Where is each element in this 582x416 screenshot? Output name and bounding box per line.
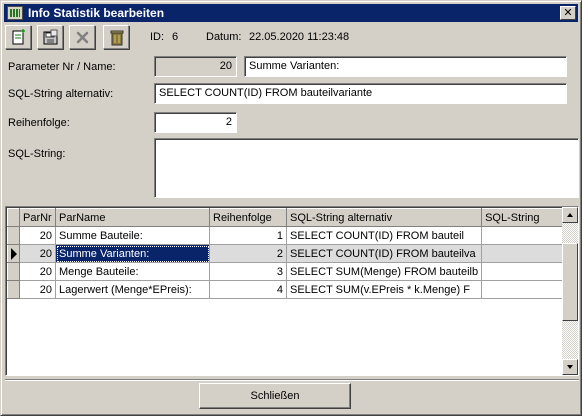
column-header-parname[interactable]: ParName — [55, 208, 210, 227]
cell-parnr[interactable]: 20 — [19, 280, 56, 299]
trash-button[interactable] — [103, 25, 129, 49]
parameter-table: ParNr ParName Reihenfolge SQL-String alt… — [7, 208, 564, 299]
cell-parname[interactable]: Summe Bauteile: — [55, 226, 210, 245]
id-label: ID: — [150, 31, 165, 43]
cell-parnr[interactable]: 20 — [19, 226, 56, 245]
sql-string-label: SQL-String: — [8, 148, 66, 160]
table-row[interactable]: 20 Summe Bauteile: 1 SELECT COUNT(ID) FR… — [7, 226, 564, 245]
column-header-reihenfolge[interactable]: Reihenfolge — [209, 208, 287, 227]
cell-parname[interactable]: Lagerwert (Menge*EPreis): — [55, 280, 210, 299]
cell-sql-alternativ[interactable]: SELECT COUNT(ID) FROM bauteil — [286, 226, 483, 245]
new-button[interactable] — [5, 25, 31, 49]
scroll-thumb[interactable] — [562, 243, 578, 321]
column-header-sql-alternativ[interactable]: SQL-String alternativ — [285, 208, 483, 227]
arrow-down-icon — [567, 365, 573, 369]
new-icon — [12, 29, 25, 45]
save-icon — [43, 29, 58, 45]
order-field[interactable]: 2 — [154, 112, 237, 133]
column-header-sql-string[interactable]: SQL-String — [481, 208, 564, 227]
window-title: Info Statistik bearbeiten — [28, 6, 165, 20]
date-value: 22.05.2020 11:23:48 — [249, 31, 350, 43]
separator — [5, 379, 579, 381]
cell-sql-string[interactable] — [481, 262, 564, 281]
order-label: Reihenfolge: — [8, 117, 70, 129]
cell-reihenfolge[interactable]: 1 — [209, 226, 287, 245]
cell-sql-string[interactable] — [481, 280, 564, 299]
cell-sql-string[interactable] — [481, 226, 564, 245]
cell-sql-string[interactable] — [481, 244, 564, 263]
cell-reihenfolge[interactable]: 2 — [209, 244, 287, 263]
close-window-button[interactable]: ✕ — [560, 6, 576, 20]
row-indicator[interactable] — [7, 262, 20, 281]
parameter-grid[interactable]: ParNr ParName Reihenfolge SQL-String alt… — [5, 206, 579, 376]
cell-sql-alternativ[interactable]: SELECT SUM(v.EPreis * k.Menge) F — [286, 280, 483, 299]
parameter-nr-field: 20 — [154, 56, 237, 77]
cell-reihenfolge[interactable]: 3 — [209, 262, 287, 281]
vertical-scrollbar[interactable] — [562, 207, 578, 375]
table-row-current[interactable]: 20 Summe Varianten: 2 SELECT COUNT(ID) F… — [7, 244, 564, 263]
delete-icon — [76, 31, 89, 44]
scroll-down-button[interactable] — [562, 359, 578, 375]
sql-alternative-field[interactable]: SELECT COUNT(ID) FROM bauteilvariante — [154, 83, 567, 104]
table-row[interactable]: 20 Menge Bauteile: 3 SELECT SUM(Menge) F… — [7, 262, 564, 281]
sql-string-field[interactable] — [154, 138, 579, 198]
current-row-arrow-icon — [11, 248, 17, 260]
date-label: Datum: — [206, 31, 242, 43]
parameter-label: Parameter Nr / Name: — [8, 61, 116, 73]
column-header-parnr[interactable]: ParNr — [19, 208, 56, 227]
header-indicator — [7, 208, 20, 227]
row-indicator[interactable] — [7, 244, 20, 263]
arrow-up-icon — [567, 213, 573, 217]
scroll-up-button[interactable] — [562, 207, 578, 223]
table-header-row: ParNr ParName Reihenfolge SQL-String alt… — [7, 208, 564, 227]
table-row[interactable]: 20 Lagerwert (Menge*EPreis): 4 SELECT SU… — [7, 280, 564, 299]
cell-sql-alternativ[interactable]: SELECT COUNT(ID) FROM bauteilva — [286, 244, 483, 263]
close-icon: ✕ — [563, 7, 573, 19]
delete-button[interactable] — [69, 25, 95, 49]
cell-parnr[interactable]: 20 — [19, 244, 56, 263]
title-bar[interactable]: Info Statistik bearbeiten ✕ — [4, 4, 578, 22]
cell-parnr[interactable]: 20 — [19, 262, 56, 281]
cell-parname[interactable]: Menge Bauteile: — [55, 262, 210, 281]
sql-alternative-label: SQL-String alternativ: — [8, 88, 114, 100]
trash-icon — [110, 30, 124, 46]
row-indicator[interactable] — [7, 226, 20, 245]
parameter-name-field[interactable]: Summe Varianten: — [244, 56, 567, 77]
cell-reihenfolge[interactable]: 4 — [209, 280, 287, 299]
cell-sql-alternativ[interactable]: SELECT SUM(Menge) FROM bauteilb — [286, 262, 483, 281]
cell-parname-selected[interactable]: Summe Varianten: — [55, 244, 210, 263]
dialog-window: Info Statistik bearbeiten ✕ ID: 6 Datum:… — [0, 0, 582, 416]
app-icon — [7, 6, 23, 20]
row-indicator[interactable] — [7, 280, 20, 299]
save-button[interactable] — [37, 25, 63, 49]
id-value: 6 — [172, 31, 179, 43]
close-button[interactable]: Schließen — [199, 383, 351, 409]
